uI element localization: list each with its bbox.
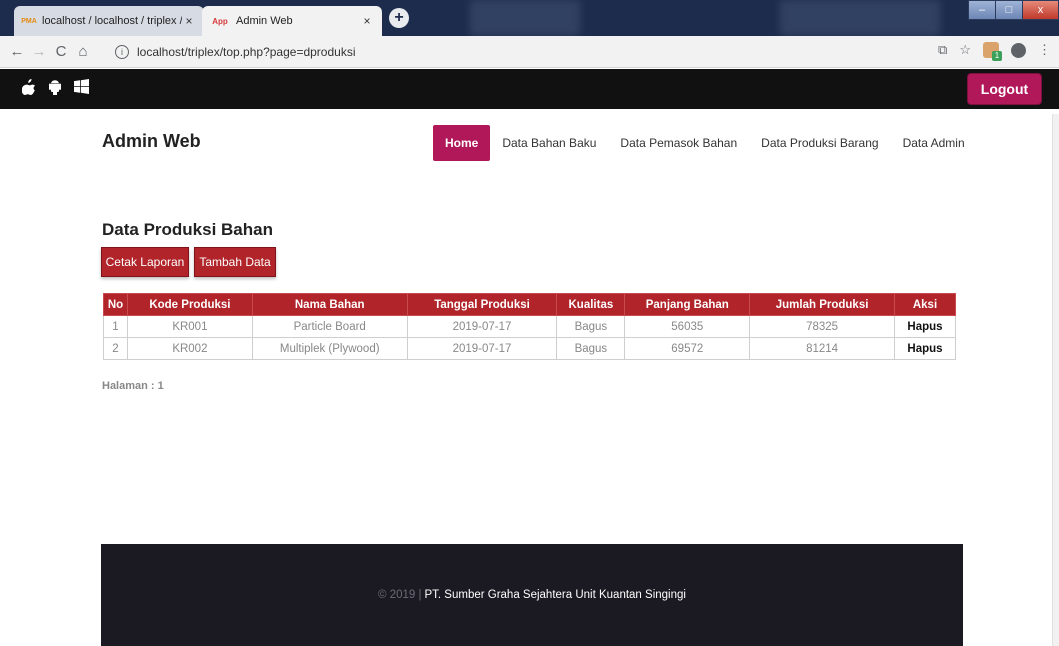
close-window-button[interactable]: x — [1022, 0, 1059, 20]
column-header: Nama Bahan — [251, 293, 408, 316]
nav-home[interactable]: Home — [433, 125, 491, 161]
delete-link[interactable]: Hapus — [894, 315, 956, 338]
production-table: No Kode Produksi Nama Bahan Tanggal Prod… — [103, 293, 956, 360]
company-name: PT. Sumber Graha Sejahtera Unit Kuantan … — [424, 589, 686, 601]
home-icon[interactable]: ⌂ — [72, 43, 94, 60]
browser-tab-bar: PMA localhost / localhost / triplex / p … — [0, 0, 1059, 36]
site-brand[interactable]: Admin Web — [102, 131, 201, 152]
blurred-tab-area — [780, 0, 940, 36]
close-tab-icon[interactable]: × — [360, 14, 374, 28]
nav-data-bahan-baku[interactable]: Data Bahan Baku — [490, 125, 608, 161]
table-row: 2 KR002 Multiplek (Plywood) 2019-07-17 B… — [103, 337, 956, 360]
table-cell: 2019-07-17 — [406, 337, 558, 360]
table-cell: 81214 — [749, 337, 895, 360]
translate-icon[interactable]: ⧉ — [938, 42, 947, 58]
top-bar: Logout — [0, 69, 1059, 109]
table-cell: Bagus — [556, 337, 626, 360]
forward-arrow-icon[interactable]: → — [28, 43, 50, 60]
new-tab-button[interactable]: + — [389, 8, 409, 28]
profile-avatar-icon[interactable] — [1011, 42, 1026, 58]
table-cell: 2019-07-17 — [406, 315, 558, 338]
table-cell: KR002 — [126, 337, 253, 360]
os-icons — [22, 79, 89, 95]
nav-data-pemasok-bahan[interactable]: Data Pemasok Bahan — [608, 125, 749, 161]
table-row: 1 KR001 Particle Board 2019-07-17 Bagus … — [103, 315, 956, 338]
column-header: Kode Produksi — [126, 293, 253, 316]
tab-phpmyadmin[interactable]: PMA localhost / localhost / triplex / p … — [14, 6, 204, 36]
url-text: localhost/triplex/top.php?page=dproduksi — [137, 45, 356, 59]
page-scrollbar[interactable] — [1052, 114, 1059, 646]
blurred-tab-area — [470, 0, 580, 36]
browser-toolbar-right: ⧉ ☆ 1 ⋮ — [938, 42, 1051, 61]
delete-link[interactable]: Hapus — [894, 337, 956, 360]
close-tab-icon[interactable]: × — [182, 14, 196, 28]
table-header-row: No Kode Produksi Nama Bahan Tanggal Prod… — [103, 293, 956, 316]
phpmyadmin-favicon-icon: PMA — [21, 17, 37, 25]
column-header: Aksi — [894, 293, 956, 316]
print-report-button[interactable]: Cetak Laporan — [101, 247, 189, 277]
pagination-label: Halaman : 1 — [102, 380, 164, 392]
table-cell: 78325 — [749, 315, 895, 338]
extension-icon[interactable]: 1 — [983, 42, 1002, 61]
admin-web-page: Logout Admin Web Home Data Bahan Baku Da… — [0, 69, 1059, 646]
tab-title: localhost / localhost / triplex / p — [42, 15, 182, 27]
column-header: No — [103, 293, 128, 316]
site-info-icon[interactable]: i — [115, 45, 129, 59]
app-favicon-icon: App — [212, 16, 228, 26]
add-data-button[interactable]: Tambah Data — [194, 247, 276, 277]
nav-data-produksi-barang[interactable]: Data Produksi Barang — [749, 125, 890, 161]
bookmark-star-icon[interactable]: ☆ — [959, 42, 971, 58]
table-cell: Bagus — [556, 315, 626, 338]
table-cell: Particle Board — [251, 315, 408, 338]
column-header: Kualitas — [556, 293, 626, 316]
column-header: Jumlah Produksi — [749, 293, 895, 316]
browser-address-bar: ← → C ⌂ i localhost/triplex/top.php?page… — [0, 36, 1059, 68]
browser-menu-icon[interactable]: ⋮ — [1038, 42, 1051, 58]
table-cell: 1 — [103, 315, 128, 338]
page-footer: © 2019 | PT. Sumber Graha Sejahtera Unit… — [101, 544, 963, 646]
logout-button[interactable]: Logout — [967, 73, 1042, 105]
column-header: Panjang Bahan — [624, 293, 751, 316]
column-header: Tanggal Produksi — [406, 293, 558, 316]
maximize-window-button[interactable]: □ — [995, 0, 1023, 20]
apple-icon — [22, 79, 36, 95]
windows-icon — [74, 79, 89, 94]
table-cell: 69572 — [624, 337, 751, 360]
reload-icon[interactable]: C — [50, 43, 72, 60]
back-arrow-icon[interactable]: ← — [6, 43, 28, 60]
nav-data-admin[interactable]: Data Admin — [891, 125, 977, 161]
table-cell: KR001 — [126, 315, 253, 338]
minimize-window-button[interactable]: – — [968, 0, 996, 20]
tab-admin-web[interactable]: App Admin Web × — [202, 6, 382, 36]
url-field[interactable]: i localhost/triplex/top.php?page=dproduk… — [115, 42, 355, 62]
copyright-text: © 2019 | — [378, 589, 422, 601]
table-cell: Multiplek (Plywood) — [251, 337, 408, 360]
table-cell: 2 — [103, 337, 128, 360]
tab-title: Admin Web — [236, 15, 293, 27]
table-cell: 56035 — [624, 315, 751, 338]
main-nav: Home Data Bahan Baku Data Pemasok Bahan … — [433, 125, 977, 161]
android-icon — [49, 80, 61, 95]
page-title: Data Produksi Bahan — [102, 220, 273, 239]
